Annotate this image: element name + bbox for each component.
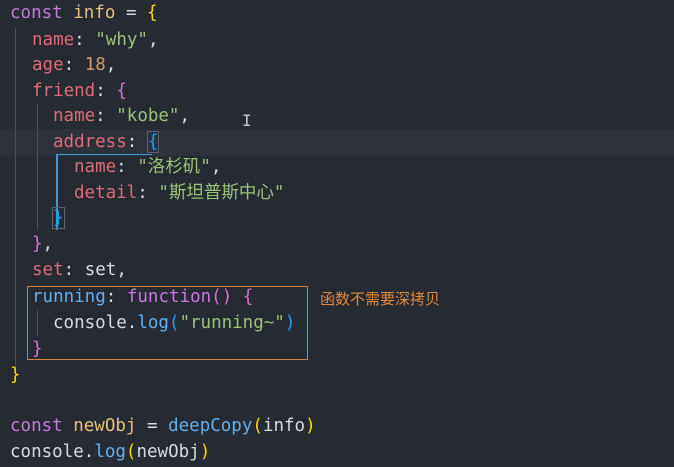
code-line-3: age: 18, [32,55,117,75]
code-line-11: set: set, [32,260,127,280]
code-line-4: friend: { [32,81,127,101]
code-line-17: const newObj = deepCopy(info) [10,416,316,436]
code-line-5: name: "kobe", [53,106,191,126]
code-line-10: }, [32,234,54,254]
code-line-8: detail: "斯坦普斯中心" [74,183,285,203]
annotation-box [27,286,308,360]
code-line-15: } [10,365,21,385]
indent-guide [15,28,16,368]
code-line-1: const info = { [10,3,158,23]
code-editor[interactable]: const info = { name: "why", age: 18, fri… [0,0,674,467]
text-cursor-icon: I [242,111,252,130]
code-line-18: console.log(newObj) [10,442,211,462]
annotation-label: 函数不需要深拷贝 [320,290,441,308]
code-line-6: address: { [53,131,160,153]
code-line-2: name: "why", [32,30,159,50]
indent-guide [37,104,38,230]
code-line-7: name: "洛杉矶", [74,157,222,177]
code-line-9: } [52,207,65,229]
